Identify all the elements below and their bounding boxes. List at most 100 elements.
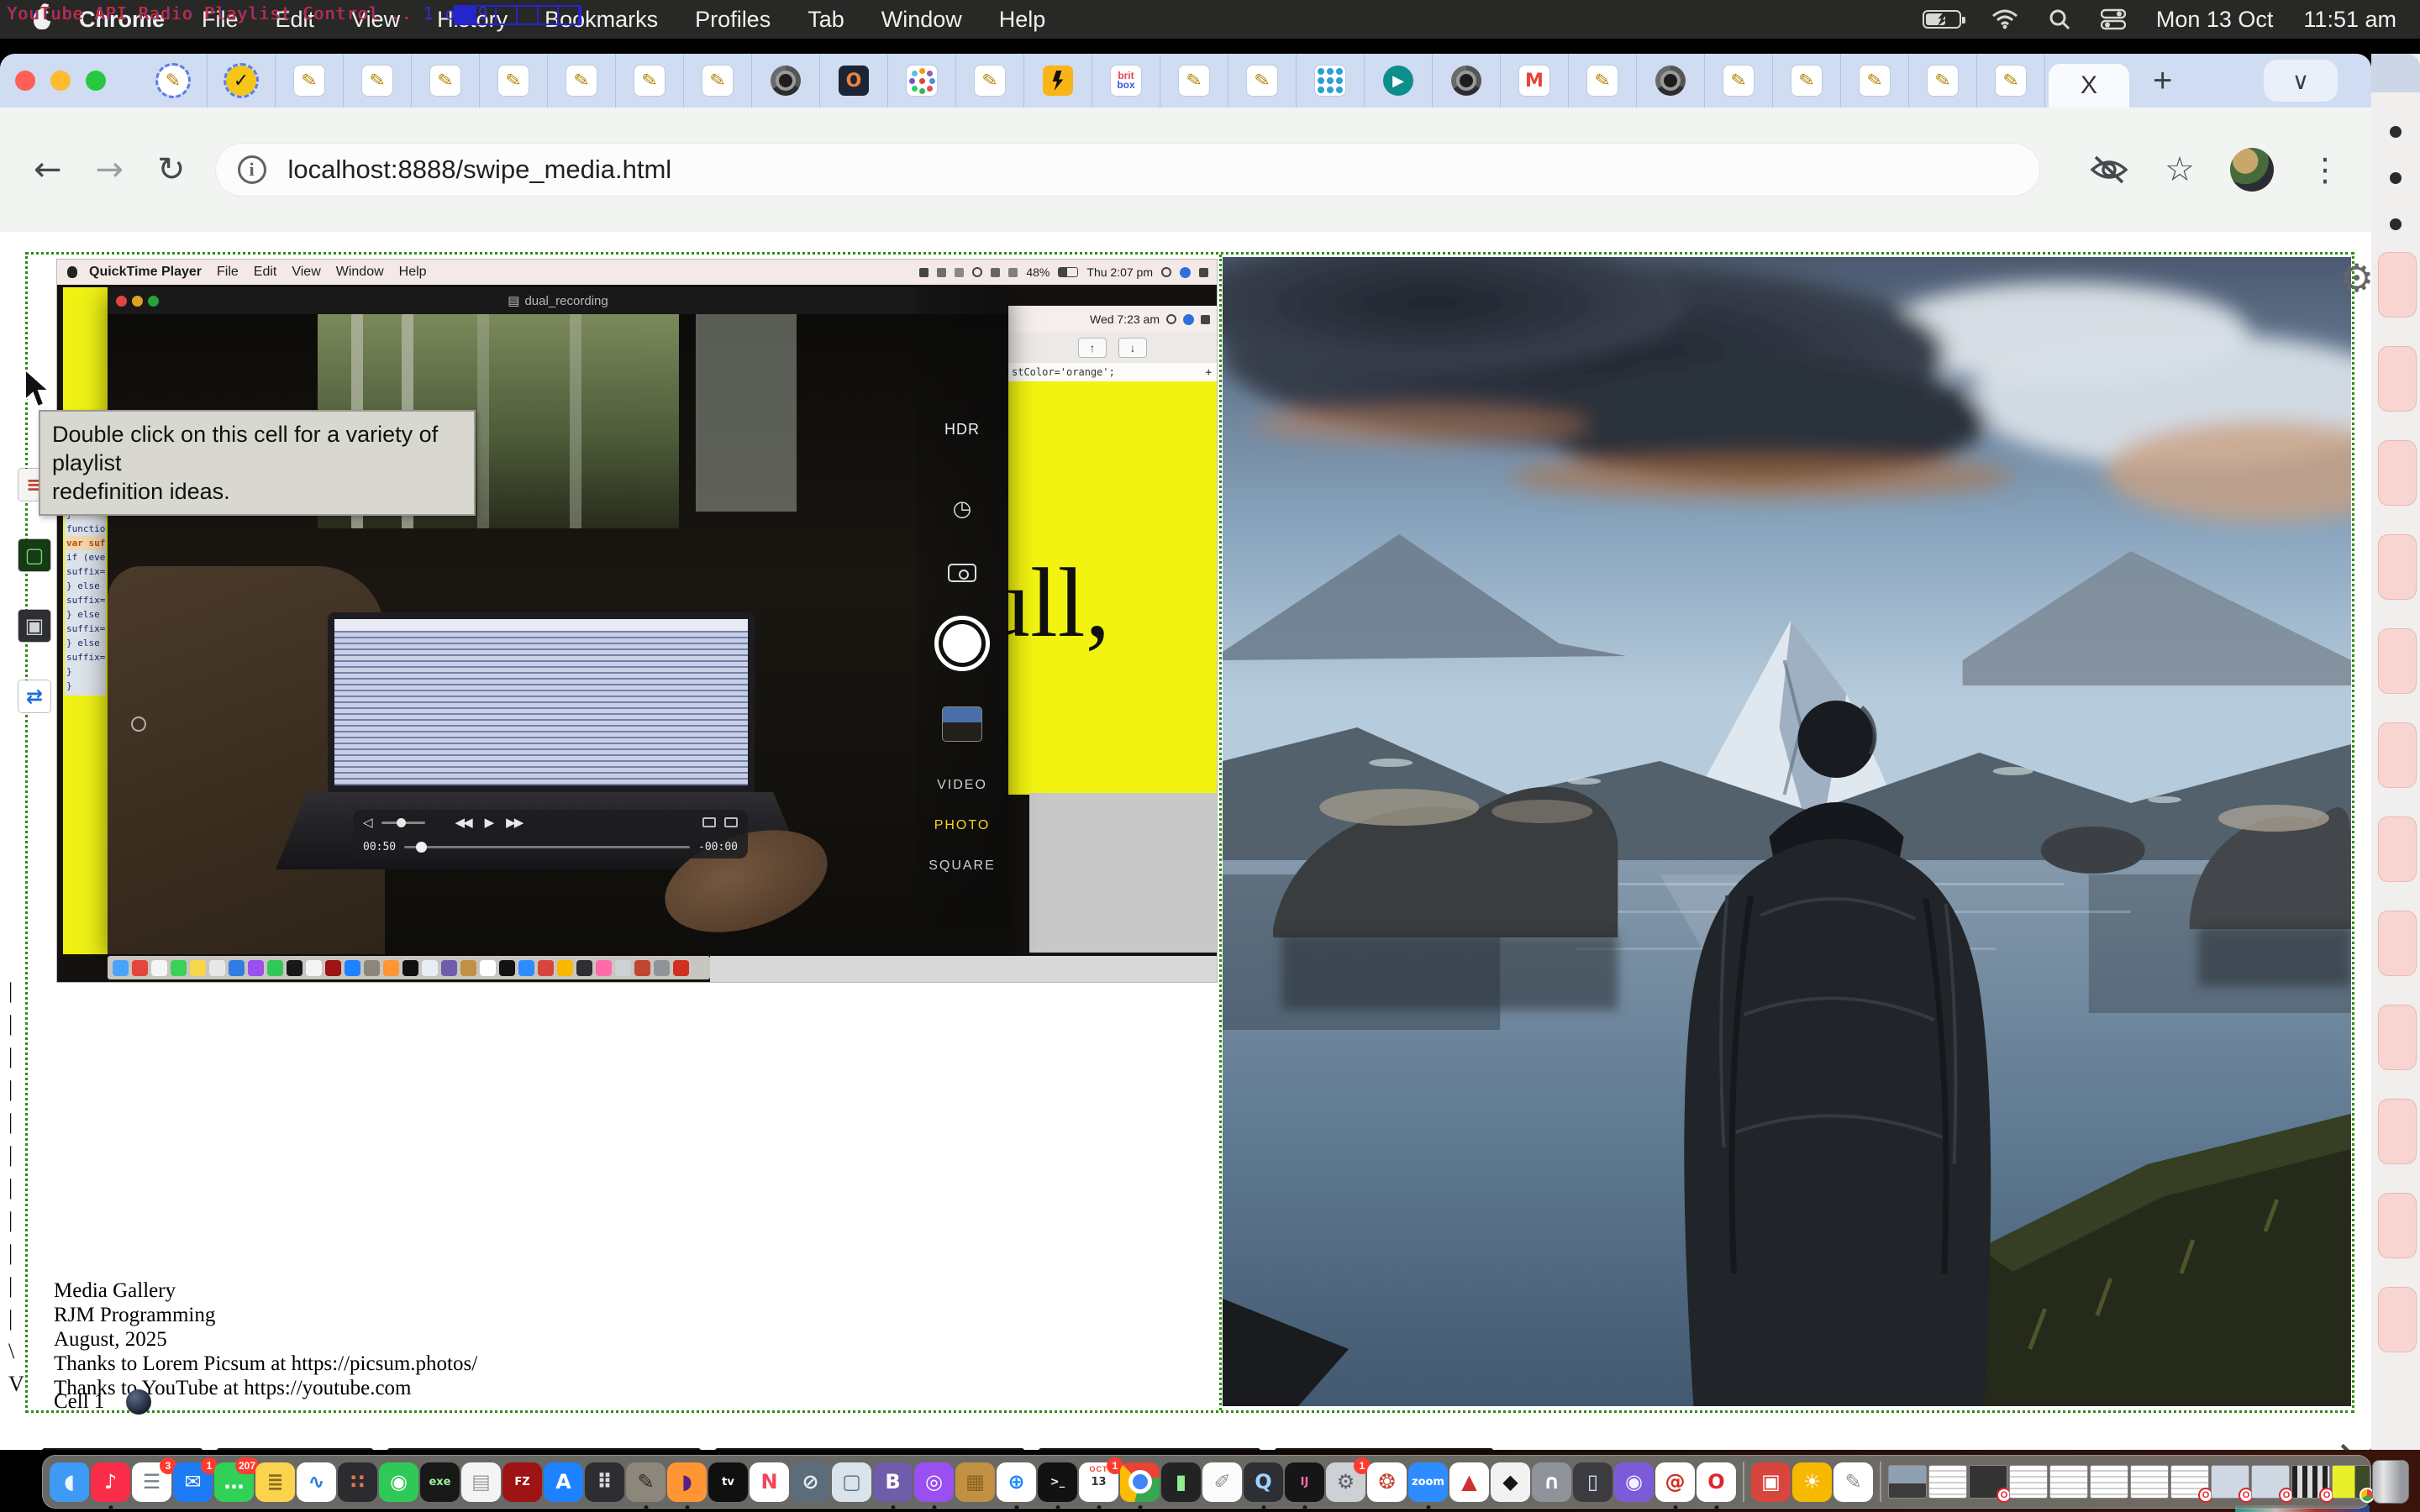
pinned-tab-19-play[interactable] — [1365, 54, 1433, 108]
pinned-tab-1-pen-dashed[interactable] — [139, 54, 208, 108]
active-tab[interactable]: X — [2049, 64, 2129, 108]
minimized-window-thumb[interactable]: O — [2170, 1465, 2209, 1499]
pinned-tab-11-tv-o[interactable] — [820, 54, 888, 108]
menu-item-tab[interactable]: Tab — [808, 7, 844, 33]
wifi-icon[interactable] — [1991, 9, 2018, 29]
dock-item-preview[interactable]: ▢ — [832, 1462, 871, 1502]
playlist-button-the-wrecking-crew-a-v[interactable]: The Wrecking CrewA-V — [715, 1448, 1024, 1450]
dock-item-display-capture[interactable]: ▮ — [1161, 1462, 1201, 1502]
dock-item-messages[interactable]: …207 — [214, 1462, 254, 1502]
dock-item-bbedit[interactable]: B — [873, 1462, 913, 1502]
dock-item-facetime[interactable]: ◉ — [379, 1462, 418, 1502]
dock-item-finder[interactable]: ◖ — [50, 1462, 89, 1502]
reload-button[interactable]: ↻ — [157, 150, 186, 189]
menu-item-help[interactable]: Help — [999, 7, 1046, 33]
dock-item-panda-app[interactable]: ◉ — [1614, 1462, 1654, 1502]
pinned-tab-23-chrome-dark[interactable] — [1637, 54, 1705, 108]
dock-item-safari[interactable]: ⊕ — [997, 1462, 1036, 1502]
dock-item-quicktime[interactable]: Q — [1244, 1462, 1283, 1502]
pinned-tab-28-pen[interactable] — [1977, 54, 2045, 108]
minimized-window-thumb[interactable] — [2009, 1465, 2048, 1499]
settings-gear-icon[interactable]: ⚙ — [2339, 255, 2371, 301]
pinned-tab-17-pen[interactable] — [1228, 54, 1297, 108]
dock-item-map-triangle[interactable]: ▲ — [1449, 1462, 1489, 1502]
shuffle-icon[interactable]: ⇄ — [18, 680, 50, 712]
play-button[interactable]: ▶ — [485, 815, 493, 830]
dock-item-music[interactable]: ♪ — [91, 1462, 130, 1502]
dock-item-calendar[interactable]: 13OCT1 — [1079, 1462, 1118, 1502]
playlist-button-disco-a+v[interactable]: DiscoA+V — [42, 1448, 203, 1450]
pinned-tab-3-pen[interactable] — [276, 54, 344, 108]
photo-thumbnail[interactable] — [942, 706, 982, 742]
pinned-tab-7-pen[interactable] — [548, 54, 616, 108]
video-scrubber[interactable]: ◁ ◀◀ ▶ ▶▶ 00:50 -00:00 — [353, 810, 748, 858]
minimized-window-thumb[interactable] — [1888, 1465, 1927, 1499]
dock-item-reminders[interactable]: ☰3 — [132, 1462, 171, 1502]
window-minimize-button[interactable] — [50, 71, 71, 91]
playlist-button-disco-a-v[interactable]: DiscoA-V — [217, 1448, 373, 1450]
tab-search-chevron-icon[interactable]: ∨ — [2264, 60, 2338, 102]
dock-item-notes-2[interactable]: ✎ — [1833, 1462, 1873, 1502]
hdr-label[interactable]: HDR — [916, 421, 1008, 438]
dock-item-news[interactable]: N — [750, 1462, 789, 1502]
pinned-tab-13-pen[interactable] — [956, 54, 1024, 108]
lake-mountain-photo[interactable] — [1223, 257, 2351, 1406]
pinned-tab-14-sbs[interactable] — [1024, 54, 1092, 108]
site-info-icon[interactable]: i — [238, 155, 266, 184]
dock-item-document[interactable]: ▤ — [461, 1462, 501, 1502]
shutter-button[interactable] — [934, 616, 990, 671]
dock-item-app-store[interactable]: A — [544, 1462, 583, 1502]
pinned-tab-8-pen[interactable] — [616, 54, 684, 108]
playlist-button-yacht-rock-a+v[interactable]: Yacht RockA+V — [1039, 1448, 1261, 1450]
close-page-button[interactable]: × — [2329, 1425, 2371, 1450]
battery-icon[interactable] — [1923, 10, 1961, 29]
browser-menu-icon[interactable]: ⋮ — [2309, 151, 2341, 188]
window-zoom-button[interactable] — [86, 71, 106, 91]
menu-item-profiles[interactable]: Profiles — [695, 7, 771, 33]
seek-bar[interactable] — [404, 846, 690, 848]
minimized-window-thumb[interactable] — [2090, 1465, 2128, 1499]
dock-item-swirl-app[interactable]: @ — [1655, 1462, 1695, 1502]
dock-item-exec[interactable]: exe — [420, 1462, 460, 1502]
share-up-button[interactable]: ↑ — [1078, 338, 1107, 358]
dock-item-gimp[interactable]: ✎ — [626, 1462, 666, 1502]
pinned-tab-10-chrome-dark[interactable] — [752, 54, 820, 108]
pinned-tab-25-pen[interactable] — [1773, 54, 1841, 108]
airplay-icon[interactable] — [702, 817, 716, 827]
dock-item-molar-app[interactable]: ∩ — [1532, 1462, 1571, 1502]
camera-mode-photo[interactable]: PHOTO — [916, 818, 1008, 833]
pinned-tab-26-pen[interactable] — [1841, 54, 1909, 108]
pinned-tab-12-dots-ring[interactable] — [888, 54, 956, 108]
dock-item-no-sign[interactable]: ⊘ — [791, 1462, 830, 1502]
save-disk-icon[interactable]: ▣ — [18, 610, 50, 642]
tv-screen-icon[interactable]: ▢ — [18, 539, 50, 571]
dock-item-notes[interactable]: ≣ — [255, 1462, 295, 1502]
pinned-tab-22-pen[interactable] — [1569, 54, 1637, 108]
dock-item-keypad[interactable]: ⠿ — [585, 1462, 624, 1502]
minimized-window-thumb[interactable]: O — [1969, 1465, 2007, 1499]
search-icon[interactable] — [2049, 8, 2070, 30]
minimized-window-thumb[interactable]: O — [2251, 1465, 2290, 1499]
bookmark-star-icon[interactable]: ☆ — [2165, 150, 2195, 189]
pinned-tab-18-dots-grid[interactable] — [1297, 54, 1365, 108]
dock-item-launchpad[interactable]: ∷ — [338, 1462, 377, 1502]
control-center-icon[interactable] — [2101, 8, 2126, 30]
volume-slider[interactable] — [381, 822, 425, 824]
dock-item-settings[interactable]: ⚙1 — [1326, 1462, 1365, 1502]
back-button[interactable]: ← — [34, 150, 62, 189]
pinned-tab-20-chrome-dark[interactable] — [1433, 54, 1501, 108]
dock-item-art-palette[interactable]: ❂ — [1367, 1462, 1407, 1502]
playlist-button-yacht-rock-a-v[interactable]: Yacht RockA-V — [1275, 1448, 1493, 1450]
window-close-button[interactable] — [15, 71, 35, 91]
rewind-button[interactable]: ◀◀ — [455, 815, 471, 830]
minimized-window-thumb[interactable] — [2049, 1465, 2088, 1499]
dock-item-weather-wave[interactable]: ∿ — [297, 1462, 336, 1502]
pinned-tab-24-pen[interactable] — [1705, 54, 1773, 108]
dock-item-mail[interactable]: ✉1 — [173, 1462, 213, 1502]
volume-icon[interactable]: ◁ — [363, 815, 373, 830]
pinned-tab-4-pen[interactable] — [344, 54, 412, 108]
flip-camera-icon[interactable] — [948, 564, 976, 582]
pinned-tab-5-pen[interactable] — [412, 54, 480, 108]
dock-item-apple-tv[interactable]: tv — [708, 1462, 748, 1502]
dock-item-tips[interactable]: ☀ — [1792, 1462, 1832, 1502]
